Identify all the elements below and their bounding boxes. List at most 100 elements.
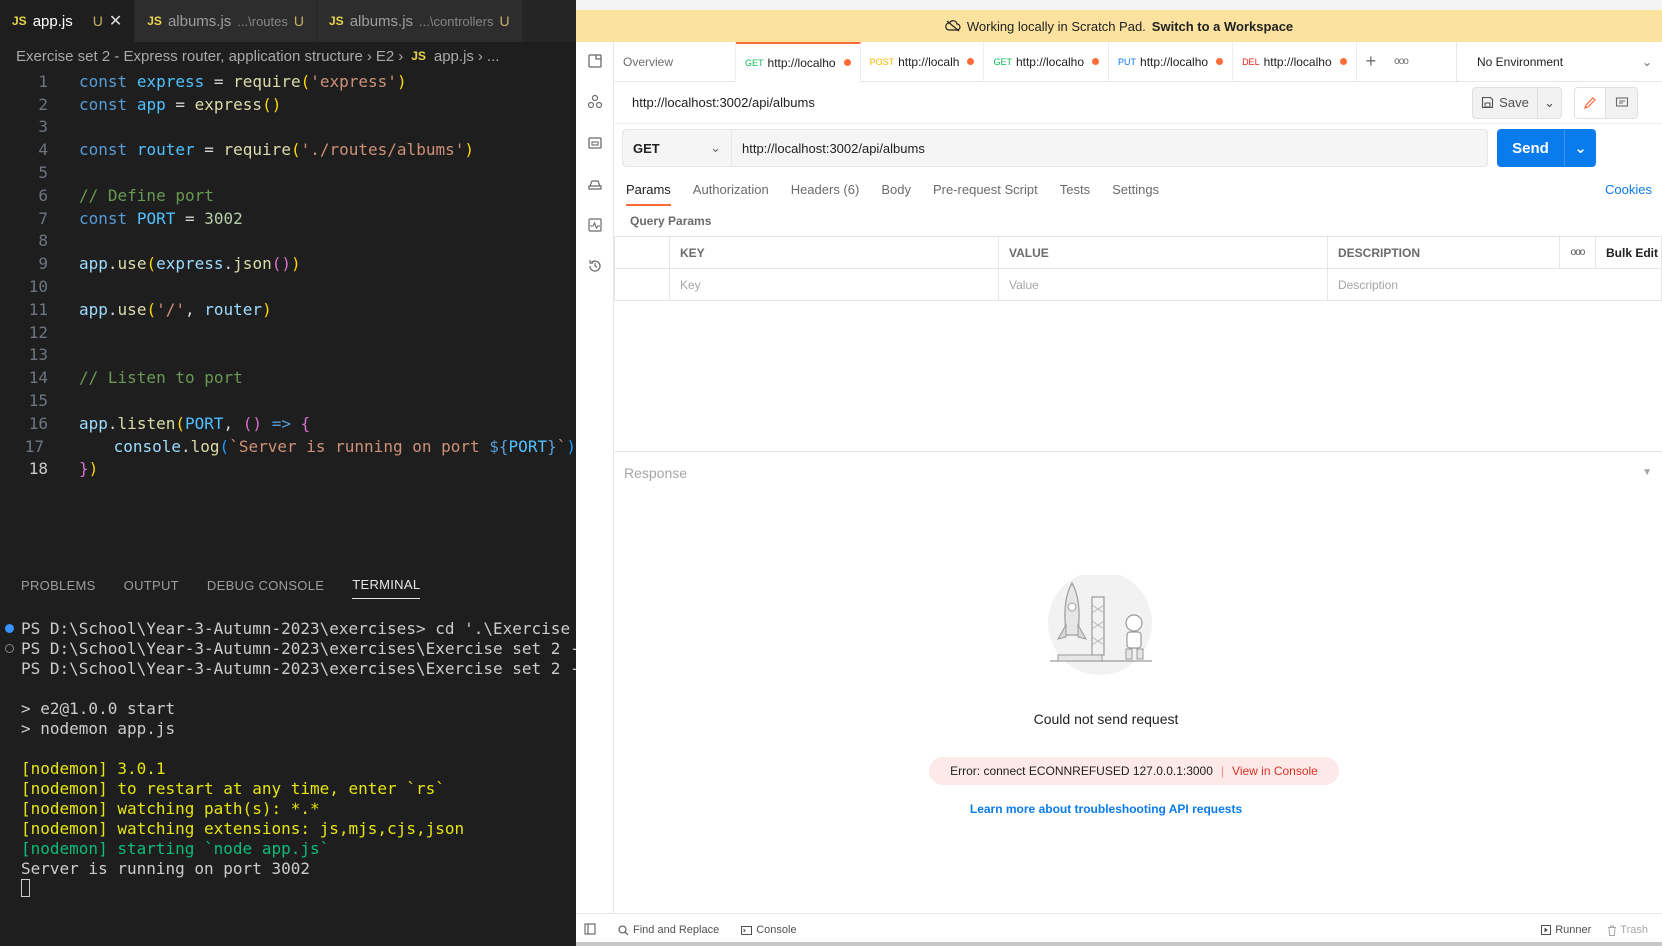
terminal-text: > nodemon app.js [21, 718, 176, 738]
command-success-icon[interactable] [5, 624, 14, 633]
tab-tests[interactable]: Tests [1060, 182, 1090, 197]
tab-settings[interactable]: Settings [1112, 182, 1159, 197]
code-line[interactable]: 9 app.use(express.json()) [0, 252, 576, 275]
unsaved-dot-icon [843, 59, 851, 66]
description-input[interactable]: Description [1327, 268, 1662, 301]
collections-icon[interactable] [586, 52, 604, 70]
send-button[interactable]: Send ⌄ [1497, 129, 1596, 167]
code-text: app.use(express.json()) [79, 254, 301, 274]
row-checkbox[interactable] [614, 268, 670, 301]
column-options-button[interactable]: ooo [1559, 236, 1596, 269]
edit-button[interactable] [1574, 86, 1606, 119]
terminal-line: Server is running on port 3002 [0, 858, 576, 878]
code-line[interactable]: 13 [0, 344, 576, 367]
code-line[interactable]: 4 const router = require('./routes/albums… [0, 138, 576, 161]
code-line[interactable]: 17 console.log(`Server is running on por… [0, 435, 576, 458]
monitors-icon[interactable] [586, 216, 604, 234]
code-line[interactable]: 16 app.listen(PORT, () => { [0, 412, 576, 435]
left-sidebar [576, 42, 614, 913]
bulk-edit-button[interactable]: Bulk Edit [1595, 236, 1662, 269]
documentation-button[interactable] [1606, 86, 1638, 119]
tab-authorization[interactable]: Authorization [693, 182, 769, 197]
code-line[interactable]: 1 const express = require('express') [0, 70, 576, 93]
terminal[interactable]: PS D:\School\Year-3-Autumn-2023\exercise… [0, 618, 576, 946]
mock-servers-icon[interactable] [586, 175, 604, 193]
request-tab-get-1[interactable]: GET http://localho [736, 41, 861, 82]
save-button[interactable]: Save [1472, 86, 1538, 119]
key-input[interactable]: Key [669, 268, 999, 301]
tab-debug-console[interactable]: DEBUG CONSOLE [207, 572, 324, 599]
code-line[interactable]: 2 const app = express() [0, 93, 576, 116]
chevron-down-icon[interactable]: ▼ [1642, 467, 1652, 478]
breadcrumb-symbol[interactable]: ... [487, 48, 500, 65]
code-line[interactable]: 18}) [0, 458, 576, 481]
horizontal-scrollbar[interactable] [576, 942, 1662, 946]
code-line[interactable]: 3 [0, 116, 576, 139]
code-editor[interactable]: 1 const express = require('express') 2 con… [0, 70, 576, 525]
tab-headers[interactable]: Headers (6) [791, 182, 860, 197]
runner-button[interactable]: Runner [1541, 924, 1591, 936]
code-line[interactable]: 7 const PORT = 3002 [0, 207, 576, 230]
tab-label: http://localho [1140, 54, 1209, 69]
value-input[interactable]: Value [998, 268, 1328, 301]
breadcrumb-folder[interactable]: Exercise set 2 - Express router, applica… [16, 48, 363, 65]
view-in-console-link[interactable]: View in Console [1232, 764, 1318, 778]
find-replace-button[interactable]: Find and Replace [618, 924, 719, 936]
method-value: GET [633, 140, 660, 156]
command-running-icon[interactable] [5, 644, 14, 653]
code-line[interactable]: 15 [0, 389, 576, 412]
trash-button[interactable]: Trash [1607, 924, 1648, 936]
editor-tab-albums-routes[interactable]: JS albums.js ...\routes U [135, 0, 317, 42]
environment-selector[interactable]: No Environment ⌄ [1456, 41, 1662, 82]
code-line[interactable]: 12 [0, 321, 576, 344]
close-icon[interactable]: ✕ [109, 11, 122, 31]
switch-workspace-link[interactable]: Switch to a Workspace [1152, 19, 1293, 34]
cookies-link[interactable]: Cookies [1605, 182, 1652, 197]
request-title[interactable]: http://localhost:3002/api/albums [632, 95, 815, 110]
request-sub-tabs: Params Authorization Headers (6) Body Pr… [614, 172, 1662, 206]
environments-icon[interactable] [586, 134, 604, 152]
line-number: 5 [38, 163, 48, 183]
troubleshooting-link[interactable]: Learn more about troubleshooting API req… [576, 802, 1636, 816]
apis-icon[interactable] [586, 93, 604, 111]
method-select[interactable]: GET ⌄ [622, 129, 732, 167]
code-line[interactable]: 8 [0, 230, 576, 253]
code-line[interactable]: 11 app.use('/', router) [0, 298, 576, 321]
line-number: 10 [28, 277, 48, 297]
tab-params[interactable]: Params [626, 182, 671, 206]
request-tab-get-2[interactable]: GET http://localho [984, 41, 1110, 82]
request-tab-post[interactable]: POST http://localh [861, 41, 985, 82]
breadcrumb-subfolder[interactable]: E2 [376, 48, 394, 65]
tab-terminal[interactable]: TERMINAL [352, 571, 421, 599]
save-label: Save [1499, 95, 1529, 110]
request-tab-put[interactable]: PUT http://localho [1109, 41, 1234, 82]
console-button[interactable]: Console [741, 924, 797, 936]
tab-overview[interactable]: Overview [614, 41, 736, 82]
code-line[interactable]: 10 [0, 275, 576, 298]
more-tabs-button[interactable]: ooo [1385, 42, 1417, 82]
code-line[interactable]: 5 [0, 161, 576, 184]
breadcrumb-file[interactable]: app.js [434, 48, 474, 65]
save-options-button[interactable]: ⌄ [1538, 86, 1562, 119]
terminal-text: [nodemon] to restart at any time, enter … [21, 778, 445, 798]
tab-problems[interactable]: PROBLEMS [21, 572, 96, 599]
tab-body[interactable]: Body [881, 182, 911, 197]
editor-tab-albums-controllers[interactable]: JS albums.js ...\controllers U [317, 0, 523, 42]
breadcrumb: Exercise set 2 - Express router, applica… [0, 42, 576, 70]
line-number: 9 [38, 254, 48, 274]
editor-tab-app-js[interactable]: JS app.js U ✕ [0, 0, 136, 42]
line-number: 4 [38, 140, 48, 160]
code-line[interactable]: 14 // Listen to port [0, 366, 576, 389]
new-tab-button[interactable]: + [1357, 42, 1386, 82]
tab-label: Overview [623, 54, 674, 69]
history-icon[interactable] [586, 257, 604, 275]
chevron-down-icon[interactable]: ⌄ [1564, 129, 1596, 167]
tab-output[interactable]: OUTPUT [124, 572, 179, 599]
request-tab-delete[interactable]: DEL http://localho [1233, 41, 1357, 82]
toggle-sidebar-icon[interactable] [584, 923, 596, 938]
code-line[interactable]: 6 // Define port [0, 184, 576, 207]
url-input[interactable]: http://localhost:3002/api/albums [732, 129, 1488, 167]
tab-pre-request-script[interactable]: Pre-request Script [933, 182, 1038, 197]
comment-icon [1615, 96, 1628, 107]
response-header[interactable]: Response ▼ [614, 451, 1662, 493]
